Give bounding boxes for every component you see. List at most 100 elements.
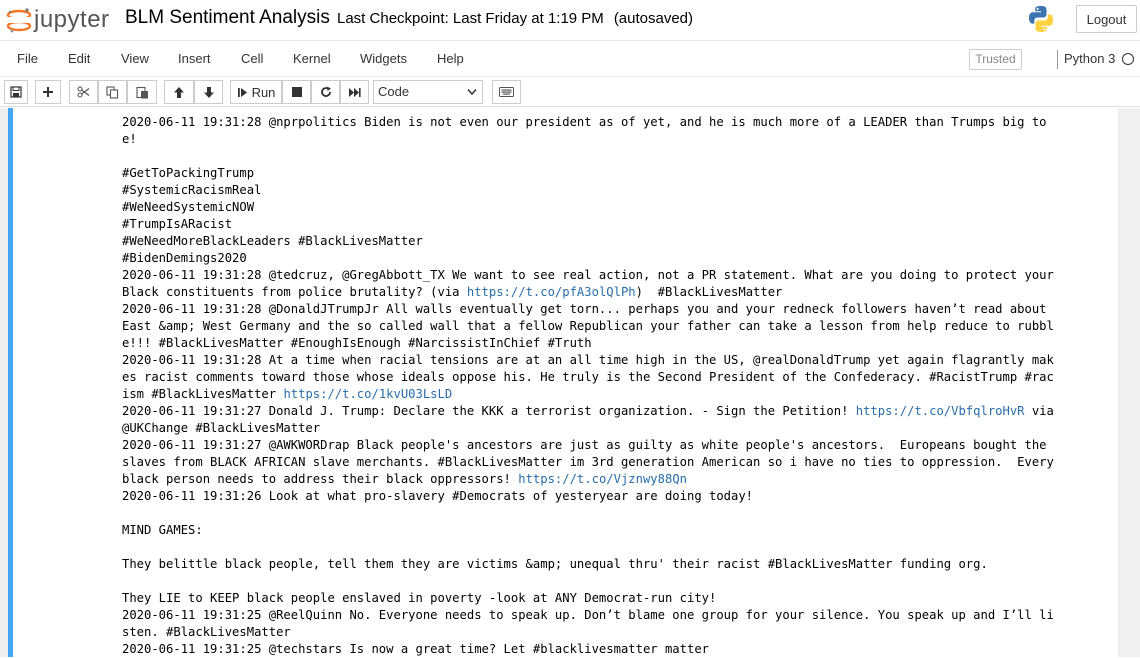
checkpoint-status: Last Checkpoint: Last Friday at 1:19 PM (… (337, 10, 693, 27)
notebook-title[interactable]: BLM Sentiment Analysis (125, 7, 330, 29)
menu-cell[interactable]: Cell (241, 41, 263, 77)
output-text: Black constituents from police brutality… (122, 285, 467, 299)
output-line: es racist comments toward those whose id… (122, 369, 1102, 386)
cell-type-select[interactable]: Code (373, 80, 483, 104)
output-line: ism #BlackLivesMatter https://t.co/1kvU0… (122, 386, 1102, 403)
save-button[interactable] (4, 80, 28, 104)
cell-output: 2020-06-11 19:31:28 @nprpolitics Biden i… (122, 114, 1102, 658)
output-text: 2020-06-11 19:31:26 Look at what pro-sla… (122, 489, 754, 503)
menu-help[interactable]: Help (437, 41, 464, 77)
trusted-badge[interactable]: Trusted (969, 49, 1022, 70)
output-link[interactable]: https://t.co/Vjznwy88Qn (518, 472, 687, 486)
code-cell[interactable]: 2020-06-11 19:31:28 @nprpolitics Biden i… (8, 108, 1118, 657)
cell-selection-bar (8, 108, 13, 657)
output-text: slaves from BLACK AFRICAN slave merchant… (122, 455, 1054, 469)
kernel-separator (1057, 50, 1058, 69)
output-text: e! (122, 132, 137, 146)
move-up-button[interactable] (164, 80, 194, 104)
checkpoint-text: Last Checkpoint: Last Friday at 1:19 PM (337, 10, 604, 27)
output-link[interactable]: https://t.co/pfA3olQlPh (467, 285, 636, 299)
output-line: slaves from BLACK AFRICAN slave merchant… (122, 454, 1102, 471)
output-text: e!!! #BlackLivesMatter #EnoughIsEnough #… (122, 336, 592, 350)
logout-button[interactable]: Logout (1076, 5, 1137, 33)
output-line: #TrumpIsARacist (122, 216, 1102, 233)
restart-run-all-button[interactable] (340, 80, 369, 104)
output-line: #SystemicRacismReal (122, 182, 1102, 199)
output-link[interactable]: https://t.co/VbfqlroHvR (856, 404, 1025, 418)
jupyter-logo-text: jupyter (34, 6, 110, 33)
output-line: East &amp; West Germany and the so calle… (122, 318, 1102, 335)
menu-widgets[interactable]: Widgets (360, 41, 407, 77)
output-line: 2020-06-11 19:31:28 @tedcruz, @GregAbbot… (122, 267, 1102, 284)
output-text: #WeNeedMoreBlackLeaders #BlackLivesMatte… (122, 234, 423, 248)
run-button[interactable]: Run (230, 80, 282, 104)
output-text: via (1024, 404, 1054, 418)
output-text: 2020-06-11 19:31:28 @DonaldJTrumpJr All … (122, 302, 1047, 316)
output-line: 2020-06-11 19:31:28 At a time when racia… (122, 352, 1102, 369)
arrow-up-icon (174, 86, 184, 98)
save-icon (10, 86, 22, 98)
paste-button[interactable] (127, 80, 157, 104)
interrupt-button[interactable] (282, 80, 311, 104)
output-text: 2020-06-11 19:31:25 @ReelQuinn No. Every… (122, 608, 1054, 622)
kernel-status-icon (1122, 53, 1134, 65)
output-line: MIND GAMES: (122, 522, 1102, 539)
output-line: 2020-06-11 19:31:25 @techstars Is now a … (122, 641, 1102, 658)
output-line: 2020-06-11 19:31:27 @AWKWORDrap Black pe… (122, 437, 1102, 454)
autosave-status: (autosaved) (613, 10, 694, 27)
output-line: #GetToPackingTrump (122, 165, 1102, 182)
scrollbar[interactable] (1120, 108, 1140, 657)
output-text: 2020-06-11 19:31:27 Donald J. Trump: Dec… (122, 404, 856, 418)
output-text: #BidenDemings2020 (122, 251, 247, 265)
output-text: ism #BlackLivesMatter (122, 387, 284, 401)
python-logo-icon (1029, 6, 1053, 32)
cut-button[interactable] (69, 80, 98, 104)
output-line: e! (122, 131, 1102, 148)
menu-view[interactable]: View (121, 41, 149, 77)
chevron-down-icon (467, 89, 477, 96)
output-text: @UKChange #BlackLivesMatter (122, 421, 321, 435)
menu-kernel[interactable]: Kernel (293, 41, 331, 77)
output-line: Black constituents from police brutality… (122, 284, 1102, 301)
output-text: They LIE to KEEP black people enslaved i… (122, 591, 717, 605)
output-link[interactable]: https://t.co/1kvU03LsLD (283, 387, 452, 401)
output-text: #GetToPackingTrump (122, 166, 255, 180)
output-line: sten. #BlackLivesMatter (122, 624, 1102, 641)
output-text: sten. #BlackLivesMatter (122, 625, 291, 639)
output-line: 2020-06-11 19:31:28 @nprpolitics Biden i… (122, 114, 1102, 131)
arrow-down-icon (203, 86, 214, 98)
menu-edit[interactable]: Edit (68, 41, 90, 77)
refresh-icon (320, 86, 331, 97)
output-line: #BidenDemings2020 (122, 250, 1102, 267)
copy-button[interactable] (98, 80, 127, 104)
step-forward-icon (237, 87, 247, 97)
output-text: 2020-06-11 19:31:27 @AWKWORDrap Black pe… (122, 438, 1047, 452)
output-line: e!!! #BlackLivesMatter #EnoughIsEnough #… (122, 335, 1102, 352)
jupyter-logo[interactable]: jupyter (6, 6, 110, 34)
cell-type-value: Code (378, 84, 410, 99)
command-palette-button[interactable] (492, 80, 521, 104)
toolbar: Run Code (0, 77, 1140, 107)
output-line: They belittle black people, tell them th… (122, 556, 1102, 573)
restart-button[interactable] (311, 80, 340, 104)
output-text: East &amp; West Germany and the so calle… (122, 319, 1054, 333)
paste-icon (135, 86, 148, 98)
output-text: 2020-06-11 19:31:25 @techstars Is now a … (122, 642, 709, 656)
insert-cell-button[interactable] (35, 80, 61, 104)
notebook-area: 2020-06-11 19:31:28 @nprpolitics Biden i… (0, 108, 1140, 657)
output-text: MIND GAMES: (122, 523, 203, 537)
output-line: 2020-06-11 19:31:26 Look at what pro-sla… (122, 488, 1102, 505)
output-line: #WeNeedSystemicNOW (122, 199, 1102, 216)
menu-insert[interactable]: Insert (178, 41, 211, 77)
output-text: ) #BlackLivesMatter (635, 285, 783, 299)
output-line: 2020-06-11 19:31:25 @ReelQuinn No. Every… (122, 607, 1102, 624)
menubar: File Edit View Insert Cell Kernel Widget… (0, 40, 1140, 77)
kernel-name[interactable]: Python 3 (1064, 41, 1115, 77)
move-down-button[interactable] (194, 80, 223, 104)
output-text: #WeNeedSystemicNOW (122, 200, 255, 214)
menu-file[interactable]: File (17, 41, 38, 77)
